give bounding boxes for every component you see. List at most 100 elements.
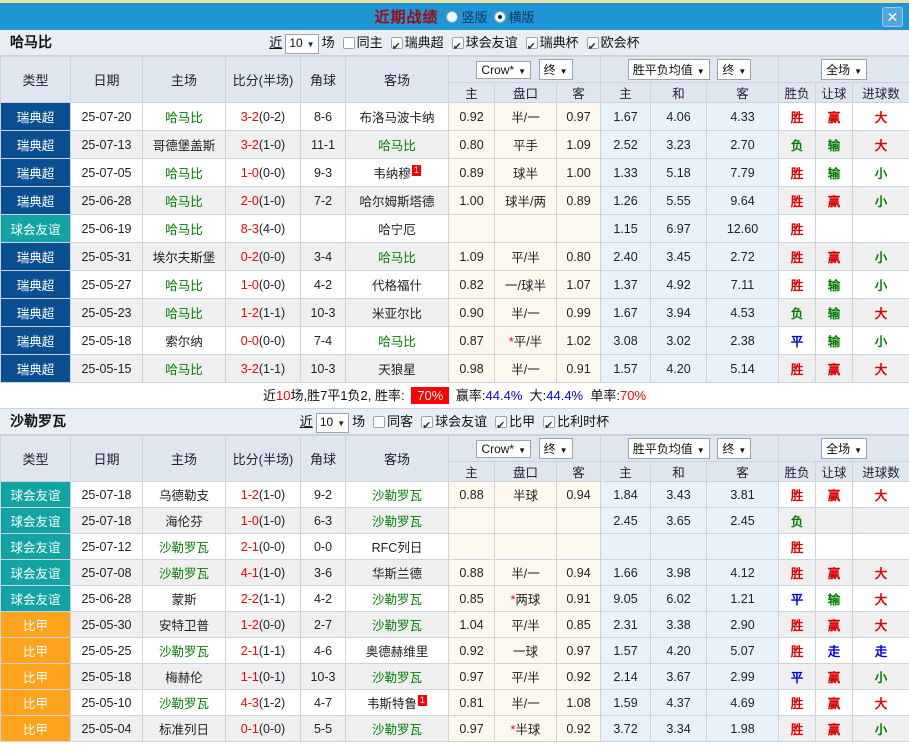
final-avg-select[interactable]: 终 ▼: [717, 59, 752, 80]
avg-odds-select[interactable]: 胜平负均值 ▼: [627, 59, 710, 80]
date-cell: 25-05-18: [70, 326, 143, 355]
result-handicap-cell: 输: [815, 270, 854, 299]
chevron-down-icon: ▼: [337, 419, 346, 428]
odds-home-cell: [448, 533, 495, 560]
league-checkbox[interactable]: [421, 414, 434, 439]
col-away: 客场: [345, 435, 449, 482]
avg-away-cell: 7.79: [705, 158, 780, 187]
chevron-down-icon: ▼: [738, 67, 747, 76]
corner-cell: 4-7: [300, 689, 346, 716]
col-away: 客场: [345, 56, 449, 103]
handicap-cell: *平/半: [494, 326, 557, 355]
result-goals-cell: 小: [852, 326, 909, 355]
date-cell: 25-05-25: [70, 637, 143, 664]
horizontal-layout-radio[interactable]: [493, 10, 506, 23]
result-goals-cell: 小: [852, 158, 909, 187]
result-wdl-cell: 负: [778, 507, 817, 534]
chevron-down-icon: ▼: [306, 40, 315, 49]
away-team-cell: 哈马比: [345, 130, 449, 159]
league-cell: 球会友谊: [0, 507, 71, 534]
result-goals-cell: 大: [852, 298, 909, 327]
league-checkbox[interactable]: [543, 414, 556, 439]
league-label: 瑞典超: [404, 35, 444, 50]
bookmaker-select[interactable]: Crow* ▼: [476, 61, 532, 79]
avg-odds-select[interactable]: 胜平负均值 ▼: [627, 438, 710, 459]
col-result-goals: 进球数: [852, 82, 909, 103]
result-goals-cell: 小: [852, 186, 909, 215]
league-cell: 瑞典超: [0, 242, 71, 271]
section-header-hammarby: 哈马比 近10▼场 同主 瑞典超 球会友谊 瑞典杯 欧会杯: [0, 30, 909, 60]
home-team-cell: 哈马比: [142, 270, 226, 299]
titlebar: 近期战绩 竖版 横版 ✕: [0, 0, 909, 30]
league-checkbox[interactable]: [390, 35, 403, 60]
same-venue-checkbox[interactable]: [342, 37, 355, 49]
team-name: 沙勒罗瓦: [10, 413, 66, 429]
away-team-cell: 韦纳穆 1: [345, 158, 449, 187]
league-checkbox[interactable]: [495, 414, 508, 439]
date-cell: 25-07-18: [70, 507, 143, 534]
odds-home-cell: 0.90: [448, 298, 495, 327]
score-cell: 2-1(0-0): [225, 533, 301, 560]
layout-radio-group: 竖版 横版: [440, 7, 535, 26]
avg-draw-cell: 4.20: [650, 354, 707, 383]
summary-row: 近10场,胜7平1负2, 胜率: 70% 赢率:44.4% 大:44.4% 单率…: [0, 383, 909, 409]
final-odds-select[interactable]: 终 ▼: [538, 438, 573, 459]
score-cell: 1-0(1-0): [225, 507, 301, 534]
handicap-cell: 半/一: [494, 689, 557, 716]
result-wdl-cell: 平: [778, 663, 817, 690]
match-row: 比甲 25-05-04 标准列日 0-1(0-0) 5-5 沙勒罗瓦 0.97 *半球 0.92…: [0, 715, 909, 742]
handicap-cell: [494, 214, 557, 243]
result-handicap-cell: 输: [815, 585, 854, 612]
final-avg-select[interactable]: 终 ▼: [717, 438, 752, 459]
date-cell: 25-05-30: [70, 611, 143, 638]
home-team-cell: 沙勒罗瓦: [142, 637, 226, 664]
result-goals-cell: 大: [852, 559, 909, 586]
result-goals-cell: 大: [852, 130, 909, 159]
league-cell: 球会友谊: [0, 533, 71, 560]
odds-company-header: Crow* ▼ 终 ▼: [448, 435, 601, 462]
away-team-cell: 天狼星: [345, 354, 449, 383]
odds-home-cell: [448, 214, 495, 243]
league-checkbox[interactable]: [525, 35, 538, 60]
result-handicap-cell: 赢: [815, 102, 854, 131]
vertical-layout-radio[interactable]: [446, 10, 459, 23]
fulltime-select[interactable]: 全场 ▼: [821, 59, 867, 80]
match-row: 比甲 25-05-18 梅赫伦 1-1(0-1) 10-3 沙勒罗瓦 0.97 平/半 0.92…: [0, 663, 909, 690]
avg-draw-cell: 4.92: [650, 270, 707, 299]
league-checkbox[interactable]: [451, 35, 464, 60]
same-venue-checkbox[interactable]: [373, 416, 386, 428]
league-cell: 瑞典超: [0, 186, 71, 215]
final-odds-select[interactable]: 终 ▼: [538, 59, 573, 80]
league-cell: 比甲: [0, 689, 71, 716]
score-cell: 3-2(0-2): [225, 102, 301, 131]
near-link[interactable]: 近: [300, 414, 313, 429]
result-goals-cell: 小: [852, 663, 909, 690]
avg-draw-cell: 5.55: [650, 186, 707, 215]
handicap-star: *: [510, 723, 516, 737]
fulltime-select[interactable]: 全场 ▼: [821, 438, 867, 459]
match-count-select[interactable]: 10 ▼: [285, 34, 319, 54]
date-cell: 25-07-05: [70, 158, 143, 187]
date-cell: 25-07-13: [70, 130, 143, 159]
score-cell: 3-2(1-0): [225, 130, 301, 159]
result-wdl-cell: 胜: [778, 533, 817, 560]
avg-home-cell: 1.67: [600, 298, 651, 327]
col-handicap: 盘口: [494, 461, 557, 482]
odds-away-cell: 1.08: [556, 689, 601, 716]
col-corner: 角球: [300, 56, 346, 103]
match-count-select[interactable]: 10 ▼: [315, 413, 350, 433]
date-cell: 25-05-23: [70, 298, 143, 327]
result-wdl-cell: 胜: [778, 715, 817, 742]
close-icon[interactable]: ✕: [882, 7, 903, 27]
corner-cell: 4-2: [300, 585, 346, 612]
handicap-cell: 球半/两: [494, 186, 557, 215]
league-cell: 球会友谊: [0, 214, 71, 243]
league-checkbox[interactable]: [586, 35, 599, 60]
col-avg-draw: 和: [650, 461, 707, 482]
col-result-handicap: 让球: [815, 461, 854, 482]
bookmaker-select[interactable]: Crow* ▼: [476, 440, 532, 458]
near-link[interactable]: 近: [269, 35, 282, 50]
away-team-cell: 哈马比: [345, 326, 449, 355]
result-handicap-cell: 赢: [815, 715, 854, 742]
avg-home-cell: 2.45: [600, 507, 651, 534]
